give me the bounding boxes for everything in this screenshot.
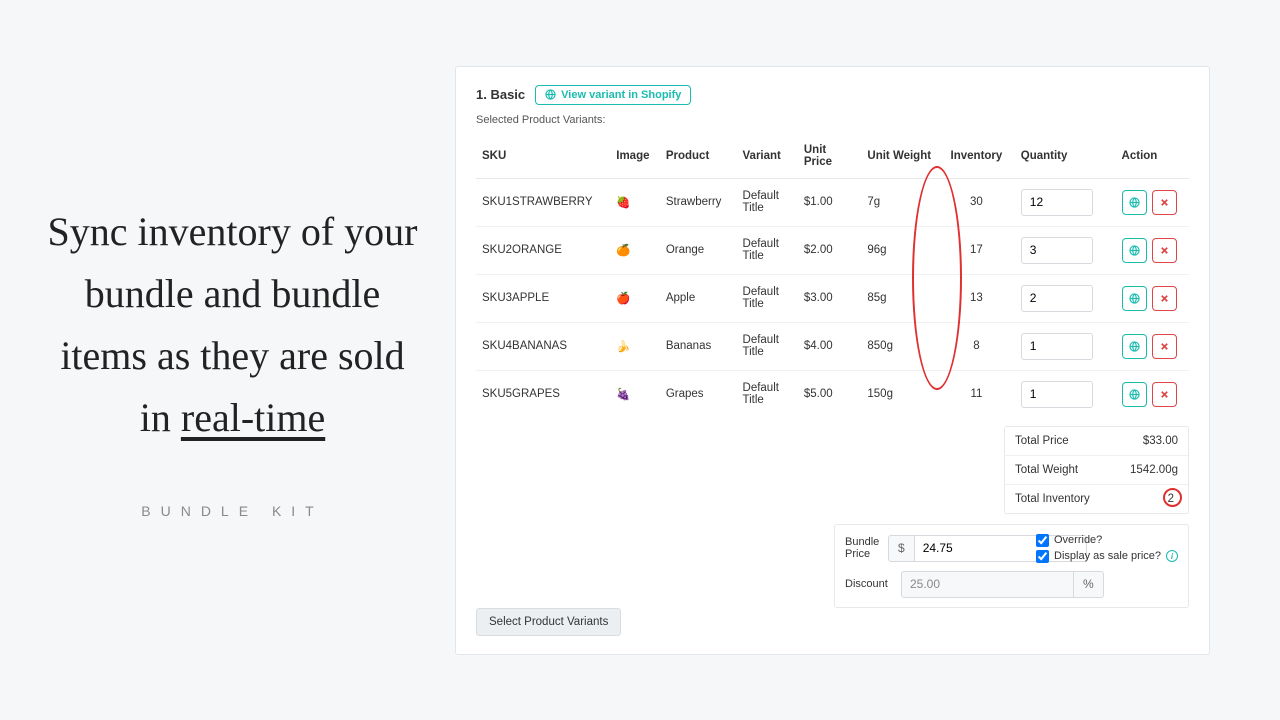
table-row: SKU4BANANAS🍌BananasDefault Title$4.00850… bbox=[476, 322, 1189, 370]
cell-variant: Default Title bbox=[737, 178, 798, 226]
remove-row-button[interactable] bbox=[1152, 334, 1177, 359]
view-variant-button[interactable]: View variant in Shopify bbox=[535, 85, 691, 105]
quantity-input[interactable] bbox=[1021, 237, 1093, 264]
col-inventory: Inventory bbox=[938, 134, 1015, 179]
cell-weight: 85g bbox=[861, 274, 938, 322]
bundle-panel: 1. Basic View variant in Shopify Selecte… bbox=[455, 66, 1210, 655]
override-checkbox-label[interactable]: Override? bbox=[1036, 534, 1178, 547]
remove-row-button[interactable] bbox=[1152, 382, 1177, 407]
cell-quantity bbox=[1015, 226, 1116, 274]
col-image: Image bbox=[610, 134, 660, 179]
marketing-headline: Sync inventory of your bundle and bundle… bbox=[40, 201, 425, 449]
col-action: Action bbox=[1116, 134, 1189, 179]
cell-quantity bbox=[1015, 178, 1116, 226]
cell-sku: SKU5GRAPES bbox=[476, 370, 610, 418]
col-sku: SKU bbox=[476, 134, 610, 179]
view-row-button[interactable] bbox=[1122, 238, 1147, 263]
cell-inventory: 17 bbox=[938, 226, 1015, 274]
cell-variant: Default Title bbox=[737, 226, 798, 274]
cell-price: $5.00 bbox=[798, 370, 862, 418]
cell-weight: 850g bbox=[861, 322, 938, 370]
totals-box: Total Price $33.00 Total Weight 1542.00g T… bbox=[1004, 426, 1189, 514]
cell-product: Orange bbox=[660, 226, 737, 274]
cell-inventory: 30 bbox=[938, 178, 1015, 226]
table-row: SKU1STRAWBERRY🍓StrawberryDefault Title$1… bbox=[476, 178, 1189, 226]
cell-price: $2.00 bbox=[798, 226, 862, 274]
percent-symbol: % bbox=[1074, 571, 1104, 598]
cell-quantity bbox=[1015, 322, 1116, 370]
cell-inventory: 13 bbox=[938, 274, 1015, 322]
total-weight-label: Total Weight bbox=[1015, 464, 1078, 476]
col-unit-price: Unit Price bbox=[798, 134, 862, 179]
brand-name: BUNDLE KIT bbox=[141, 503, 323, 519]
remove-row-button[interactable] bbox=[1152, 238, 1177, 263]
cell-image: 🍊 bbox=[610, 226, 660, 274]
quantity-input[interactable] bbox=[1021, 381, 1093, 408]
view-row-button[interactable] bbox=[1122, 382, 1147, 407]
cell-weight: 96g bbox=[861, 226, 938, 274]
discount-label: Discount bbox=[845, 578, 893, 590]
col-product: Product bbox=[660, 134, 737, 179]
cell-sku: SKU1STRAWBERRY bbox=[476, 178, 610, 226]
sale-price-checkbox[interactable] bbox=[1036, 550, 1049, 563]
total-price-value: $33.00 bbox=[1143, 435, 1178, 447]
cell-sku: SKU4BANANAS bbox=[476, 322, 610, 370]
discount-input bbox=[901, 571, 1074, 598]
remove-row-button[interactable] bbox=[1152, 190, 1177, 215]
cell-image: 🍌 bbox=[610, 322, 660, 370]
cell-price: $1.00 bbox=[798, 178, 862, 226]
view-row-button[interactable] bbox=[1122, 286, 1147, 311]
total-inventory-label: Total Inventory bbox=[1015, 493, 1090, 505]
cell-weight: 7g bbox=[861, 178, 938, 226]
info-icon[interactable]: i bbox=[1166, 550, 1178, 562]
panel-title: 1. Basic bbox=[476, 87, 525, 102]
sale-price-checkbox-label[interactable]: Display as sale price? i bbox=[1036, 550, 1178, 563]
globe-icon bbox=[545, 89, 556, 100]
cell-price: $3.00 bbox=[798, 274, 862, 322]
table-row: SKU5GRAPES🍇GrapesDefault Title$5.00150g1… bbox=[476, 370, 1189, 418]
cell-sku: SKU2ORANGE bbox=[476, 226, 610, 274]
cell-product: Apple bbox=[660, 274, 737, 322]
quantity-input[interactable] bbox=[1021, 189, 1093, 216]
bundle-price-label: Bundle Price bbox=[845, 536, 880, 560]
cell-sku: SKU3APPLE bbox=[476, 274, 610, 322]
cell-variant: Default Title bbox=[737, 322, 798, 370]
cell-quantity bbox=[1015, 370, 1116, 418]
remove-row-button[interactable] bbox=[1152, 286, 1177, 311]
col-quantity: Quantity bbox=[1015, 134, 1116, 179]
view-row-button[interactable] bbox=[1122, 334, 1147, 359]
cell-variant: Default Title bbox=[737, 274, 798, 322]
cell-price: $4.00 bbox=[798, 322, 862, 370]
cell-image: 🍓 bbox=[610, 178, 660, 226]
cell-inventory: 8 bbox=[938, 322, 1015, 370]
cell-product: Grapes bbox=[660, 370, 737, 418]
quantity-input[interactable] bbox=[1021, 285, 1093, 312]
subtext: Selected Product Variants: bbox=[476, 114, 1189, 126]
quantity-input[interactable] bbox=[1021, 333, 1093, 360]
cell-product: Bananas bbox=[660, 322, 737, 370]
cell-product: Strawberry bbox=[660, 178, 737, 226]
total-inventory-value: 2 bbox=[1168, 493, 1174, 505]
cell-inventory: 11 bbox=[938, 370, 1015, 418]
table-row: SKU3APPLE🍎AppleDefault Title$3.0085g13 bbox=[476, 274, 1189, 322]
variants-table: SKU Image Product Variant Unit Price Uni… bbox=[476, 134, 1189, 418]
cell-quantity bbox=[1015, 274, 1116, 322]
cell-image: 🍇 bbox=[610, 370, 660, 418]
table-row: SKU2ORANGE🍊OrangeDefault Title$2.0096g17 bbox=[476, 226, 1189, 274]
cell-image: 🍎 bbox=[610, 274, 660, 322]
total-weight-value: 1542.00g bbox=[1130, 464, 1178, 476]
cell-variant: Default Title bbox=[737, 370, 798, 418]
view-row-button[interactable] bbox=[1122, 190, 1147, 215]
col-unit-weight: Unit Weight bbox=[861, 134, 938, 179]
cell-weight: 150g bbox=[861, 370, 938, 418]
col-variant: Variant bbox=[737, 134, 798, 179]
total-price-label: Total Price bbox=[1015, 435, 1069, 447]
select-product-variants-button[interactable]: Select Product Variants bbox=[476, 608, 621, 636]
currency-symbol: $ bbox=[888, 535, 914, 562]
override-checkbox[interactable] bbox=[1036, 534, 1049, 547]
bundle-price-box: Bundle Price $ Override? Display as sale… bbox=[834, 524, 1189, 608]
